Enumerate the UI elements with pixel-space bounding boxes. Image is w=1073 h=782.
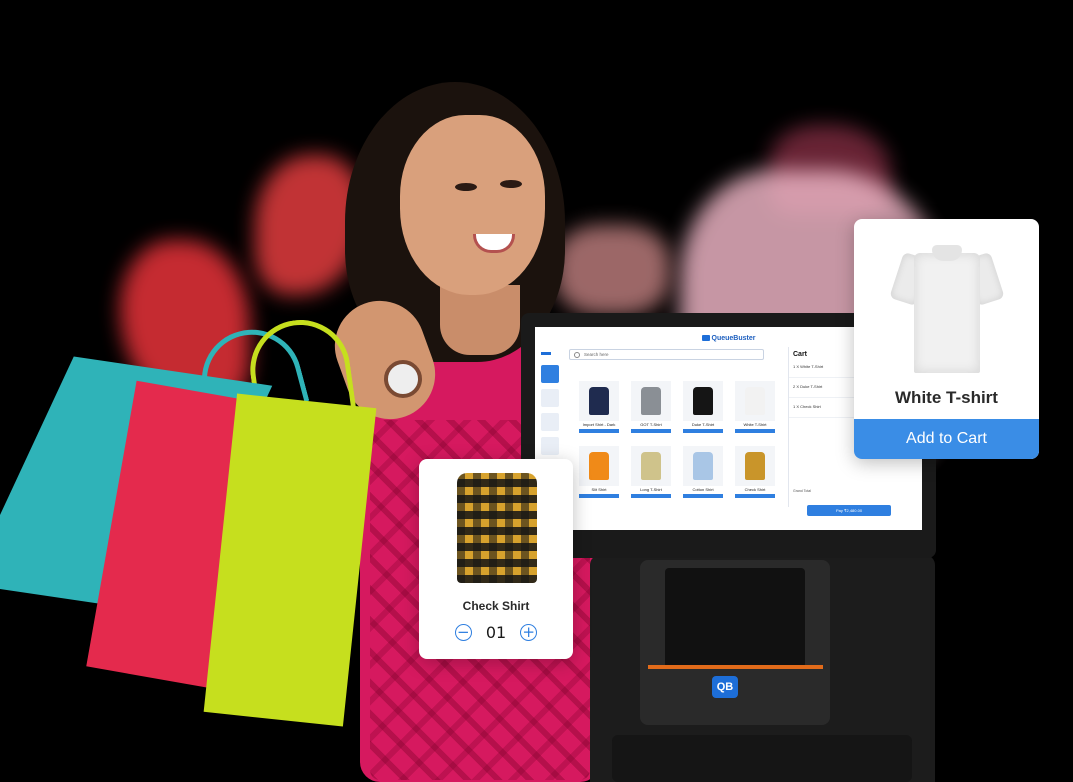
shirt-icon <box>641 452 661 480</box>
product-name: Cotton Shirt <box>692 487 714 492</box>
side-rail <box>541 365 559 465</box>
product-name: White T-Shirt <box>743 422 767 427</box>
background-bag-brown <box>555 225 670 315</box>
product-name: GOT T-Shirt <box>640 422 662 427</box>
shirt-icon <box>641 387 661 415</box>
add-product-button[interactable] <box>631 494 671 498</box>
pos-foot <box>612 735 912 782</box>
pay-button[interactable]: Pay ₹2,480.00 <box>807 505 891 516</box>
rail-item-products[interactable] <box>541 413 559 431</box>
product-tile[interactable]: Cotton Shirt <box>683 446 723 503</box>
rail-item-orders[interactable] <box>541 389 559 407</box>
product-image <box>579 446 619 486</box>
rail-item-home[interactable] <box>541 365 559 383</box>
product-tile[interactable]: White T-Shirt <box>735 381 775 438</box>
search-input[interactable]: Search here <box>569 349 764 360</box>
product-image <box>631 381 671 421</box>
check-shirt-graphic <box>457 473 537 583</box>
brand-icon <box>701 335 710 341</box>
product-name: Import Shirt - Dark <box>582 422 616 427</box>
product-tile[interactable]: Import Shirt - Dark <box>579 381 619 438</box>
product-title: White T-shirt <box>895 388 998 407</box>
add-product-button[interactable] <box>579 494 619 498</box>
add-product-button[interactable] <box>631 429 671 433</box>
brand-name: QueueBuster <box>711 334 756 342</box>
product-tile[interactable]: Duke T-Shirt <box>683 381 723 438</box>
product-image <box>735 381 775 421</box>
product-tile[interactable]: Check Shirt <box>735 446 775 503</box>
product-image <box>631 446 671 486</box>
product-image <box>683 446 723 486</box>
woman-neck <box>440 285 520 355</box>
add-product-button[interactable] <box>579 429 619 433</box>
brand-logo: QueueBuster <box>701 334 756 342</box>
right-eye <box>500 180 522 188</box>
cart-total-label: Grand Total <box>793 489 812 493</box>
product-tile[interactable]: GOT T-Shirt <box>631 381 671 438</box>
shirt-icon <box>589 387 609 415</box>
add-to-cart-button[interactable]: Add to Cart <box>854 419 1039 459</box>
white-tshirt-card: White T-shirt Add to Cart <box>854 219 1039 459</box>
product-tile[interactable]: Slit Shirt <box>579 446 619 503</box>
product-name: Duke T-Shirt <box>691 422 715 427</box>
hero-scene: QB QueueBuster Search here Import Shirt … <box>0 0 1073 782</box>
left-eye <box>455 183 477 191</box>
rail-item-reports[interactable] <box>541 437 559 455</box>
product-name: Long T-Shirt <box>640 487 662 492</box>
shirt-icon <box>693 387 713 415</box>
shirt-icon <box>589 452 609 480</box>
add-product-button[interactable] <box>735 494 775 498</box>
polo-body <box>914 253 980 373</box>
product-name: Check Shirt <box>744 487 766 492</box>
woman-face <box>400 115 545 295</box>
check-shirt-card: Check Shirt − 01 + <box>419 459 573 659</box>
plus-circle-icon[interactable]: + <box>520 624 538 641</box>
menu-icon[interactable] <box>541 352 551 355</box>
product-image <box>735 446 775 486</box>
quantity-value: 01 <box>485 623 507 642</box>
product-tile[interactable]: Long T-Shirt <box>631 446 671 503</box>
pos-logo-icon: QB <box>712 676 738 698</box>
quantity-stepper: − 01 + <box>419 623 573 642</box>
printer-accent-strip <box>648 665 823 669</box>
add-product-button[interactable] <box>683 494 723 498</box>
shirt-icon <box>745 452 765 480</box>
search-icon <box>574 352 580 358</box>
search-value: Search here <box>584 352 609 357</box>
product-title: Check Shirt <box>462 599 530 613</box>
product-image <box>683 381 723 421</box>
product-grid: Import Shirt - Dark GOT T-Shirt Duke T-Shi… <box>579 381 779 503</box>
shirt-icon <box>745 387 765 415</box>
add-product-button[interactable] <box>683 429 723 433</box>
shirt-icon <box>693 452 713 480</box>
add-product-button[interactable] <box>735 429 775 433</box>
polo-collar <box>932 245 962 261</box>
product-name: Slit Shirt <box>591 487 607 492</box>
printer-slot <box>665 568 805 668</box>
white-tshirt-image <box>889 233 1005 373</box>
watch-icon <box>384 360 422 398</box>
product-image <box>579 381 619 421</box>
check-shirt-image <box>457 473 537 583</box>
minus-circle-icon[interactable]: − <box>454 624 472 641</box>
